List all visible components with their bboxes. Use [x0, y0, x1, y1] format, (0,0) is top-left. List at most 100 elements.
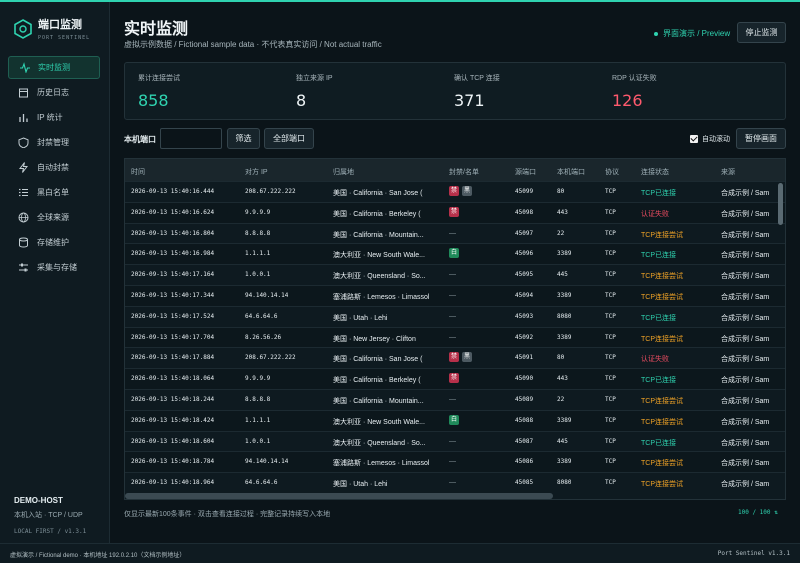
column-header[interactable]: 连接状态: [641, 167, 669, 177]
local-port-cell: 8080: [557, 479, 572, 487]
column-header[interactable]: 源端口: [515, 167, 536, 177]
table-row[interactable]: 2026-09-13 15:40:18.784 94.140.14.14 塞浦路斯 …: [125, 451, 785, 473]
stat-label: RDP 认证失败: [612, 75, 657, 82]
sidebar-item-5[interactable]: 自动封禁: [8, 156, 100, 179]
sidebar-item-3[interactable]: IP 统计: [8, 106, 100, 129]
source-port-cell: 45099: [515, 188, 534, 195]
all-ports-button[interactable]: 全部端口: [264, 128, 314, 149]
source-port-cell: 45096: [515, 250, 534, 258]
protocol-cell: TCP: [605, 479, 616, 487]
local-port-cell: 445: [557, 271, 568, 279]
sidebar-item-label: 自动封禁: [37, 163, 69, 172]
protocol-cell: TCP: [605, 229, 616, 237]
table-row[interactable]: 2026-09-13 15:40:17.524 64.6.64.6 美国 · Uta…: [125, 305, 785, 327]
time-cell: 2026-09-13 15:40:18.964: [131, 479, 215, 487]
filter-button[interactable]: 筛选: [227, 128, 260, 149]
stat-value: 371: [454, 91, 485, 110]
sidebar-item-7[interactable]: 全球来源: [8, 206, 100, 229]
location-cell: 澳大利亚 · Queensland · So...: [333, 273, 426, 281]
host-name: DEMO-HOST: [14, 496, 63, 505]
activity-icon: [19, 62, 30, 73]
events-table[interactable]: 时间 对方 IP 归属地 封禁/名单 源端口 本机端口 协议 连接状态 来源 2026-09-1…: [124, 158, 786, 500]
page-subtitle: 虚拟示例数据 / Fictional sample data · 不代表真实访问…: [124, 40, 382, 49]
auto-scroll-label: 自动滚动: [702, 136, 730, 143]
protocol-cell: TCP: [605, 458, 616, 466]
protocol-cell: TCP: [605, 354, 616, 362]
source-cell: 合成示例 / Sam: [721, 460, 770, 468]
table-row[interactable]: 2026-09-13 15:40:18.244 8.8.8.8 美国 · Calif…: [125, 389, 785, 410]
local-port-input[interactable]: [160, 128, 222, 149]
database-icon: [18, 237, 29, 248]
protocol-cell: TCP: [605, 292, 616, 299]
status-cell: TCP已连接: [641, 190, 676, 197]
column-header[interactable]: 封禁/名单: [449, 167, 479, 177]
sidebar-item-9[interactable]: 采集与存储: [8, 256, 100, 279]
table-row[interactable]: 2026-09-13 15:40:18.424 1.1.1.1 澳大利亚 · New…: [125, 409, 785, 431]
time-cell: 2026-09-13 15:40:17.164: [131, 271, 215, 279]
status-cell: TCP连接尝试: [641, 481, 683, 489]
time-cell: 2026-09-13 15:40:16.444: [131, 188, 215, 195]
table-row[interactable]: 2026-09-13 15:40:18.604 1.0.0.1 澳大利亚 · Que…: [125, 430, 785, 452]
horizontal-scroll-track[interactable]: [125, 493, 785, 499]
ban-list-cell: 禁: [449, 373, 462, 384]
sidebar-item-1[interactable]: 实时监测: [8, 56, 100, 79]
local-port-cell: 80: [557, 354, 565, 362]
sidebar-item-2[interactable]: 历史日志: [8, 81, 100, 104]
table-row[interactable]: 2026-09-13 15:40:16.624 9.9.9.9 美国 · Calif…: [125, 201, 785, 223]
source-cell: 合成示例 / Sam: [721, 273, 770, 281]
column-header[interactable]: 归属地: [333, 167, 354, 177]
time-cell: 2026-09-13 15:40:17.884: [131, 354, 215, 362]
list-badge: 白: [449, 414, 459, 425]
auto-scroll-toggle[interactable]: 自动滚动: [690, 134, 730, 144]
vertical-scrollbar[interactable]: [778, 183, 783, 225]
stop-monitor-button[interactable]: 停止监测: [737, 22, 786, 43]
ip-cell: 208.67.222.222: [245, 188, 296, 195]
table-row[interactable]: 2026-09-13 15:40:17.344 94.140.14.14 塞浦路斯 …: [125, 285, 785, 306]
empty-dash: —: [449, 333, 456, 341]
table-row[interactable]: 2026-09-13 15:40:18.064 9.9.9.9 美国 · Calif…: [125, 368, 785, 389]
stat-card: RDP 认证失败 126: [612, 73, 657, 110]
horizontal-scrollbar[interactable]: [125, 493, 553, 499]
sidebar-item-6[interactable]: 黑白名单: [8, 181, 100, 204]
footer-note: 仅显示最新100条事件 · 双击查看连接过程 · 完整记录持续写入本地: [124, 511, 331, 518]
table-row[interactable]: 2026-09-13 15:40:16.984 1.1.1.1 澳大利亚 · New…: [125, 243, 785, 265]
ip-cell: 8.26.56.26: [245, 333, 282, 341]
empty-dash: —: [449, 312, 456, 320]
source-port-cell: 45093: [515, 312, 534, 320]
column-header[interactable]: 本机端口: [557, 167, 585, 177]
time-cell: 2026-09-13 15:40:16.984: [131, 250, 215, 258]
table-row[interactable]: 2026-09-13 15:40:17.704 8.26.56.26 美国 · Ne…: [125, 326, 785, 348]
column-header[interactable]: 时间: [131, 167, 145, 177]
time-cell: 2026-09-13 15:40:16.624: [131, 208, 215, 216]
column-header[interactable]: 来源: [721, 167, 735, 177]
source-port-cell: 45095: [515, 271, 534, 279]
sidebar-item-8[interactable]: 存储维护: [8, 231, 100, 254]
table-row[interactable]: 2026-09-13 15:40:17.884 208.67.222.222 美国 …: [125, 347, 785, 368]
empty-dash: —: [449, 292, 456, 299]
sidebar-item-4[interactable]: 封禁管理: [8, 131, 100, 154]
column-header[interactable]: 协议: [605, 167, 619, 177]
table-row[interactable]: 2026-09-13 15:40:16.804 8.8.8.8 美国 · Calif…: [125, 222, 785, 244]
status-left: 虚拟演示 / Fictional demo · 本机地址 192.0.2.10（…: [10, 553, 186, 559]
ban-list-cell: 禁: [449, 206, 462, 217]
table-row[interactable]: 2026-09-13 15:40:17.164 1.0.0.1 澳大利亚 · Que…: [125, 264, 785, 285]
table-row[interactable]: 2026-09-13 15:40:18.964 64.6.64.6 美国 · Uta…: [125, 472, 785, 493]
status-cell: TCP连接尝试: [641, 335, 683, 343]
host-info: DEMO-HOST 本机入站 · TCP / UDP: [14, 496, 83, 520]
list-badge: 黑: [462, 352, 472, 363]
local-port-label: 本机端口: [124, 135, 156, 144]
source-cell: 合成示例 / Sam: [721, 398, 770, 405]
sidebar-item-label: 采集与存储: [37, 263, 77, 272]
time-cell: 2026-09-13 15:40:18.064: [131, 375, 215, 383]
table-row[interactable]: 2026-09-13 15:40:16.444 208.67.222.222 美国 …: [125, 181, 785, 202]
sidebar-item-label: 全球来源: [37, 213, 69, 222]
column-header[interactable]: 对方 IP: [245, 167, 268, 177]
ip-cell: 8.8.8.8: [245, 396, 271, 403]
stat-value: 858: [138, 91, 169, 110]
source-cell: 合成示例 / Sam: [721, 210, 770, 218]
ip-cell: 64.6.64.6: [245, 479, 278, 487]
checkbox-icon[interactable]: [690, 135, 698, 143]
pause-view-button[interactable]: 暂停画面: [736, 128, 786, 149]
local-port-cell: 443: [557, 375, 568, 383]
table-header: 时间 对方 IP 归属地 封禁/名单 源端口 本机端口 协议 连接状态 来源: [125, 159, 785, 181]
